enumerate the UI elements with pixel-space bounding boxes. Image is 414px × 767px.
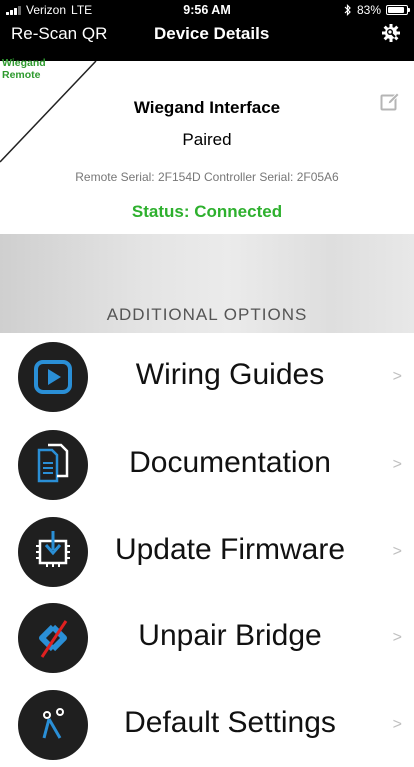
battery-icon (386, 5, 410, 15)
battery-percent: 83% (356, 3, 381, 17)
option-wiring-guides[interactable]: Wiring Guides > (0, 333, 414, 419)
chevron-right-icon: > (392, 716, 402, 733)
nav-bar: Re-Scan QR Device Details (0, 20, 414, 61)
unpair-link-icon (18, 603, 88, 673)
chevron-right-icon: > (392, 629, 402, 646)
pair-state: Paired (182, 130, 232, 149)
option-label: Default Settings (124, 706, 336, 739)
device-type-label: Wiegand Remote (2, 57, 46, 81)
document-icon (18, 430, 88, 500)
option-documentation[interactable]: Documentation > (0, 421, 414, 507)
edit-icon[interactable] (380, 92, 400, 112)
option-unpair-bridge[interactable]: Unpair Bridge > (0, 594, 414, 680)
options-heading: ADDITIONAL OPTIONS (106, 305, 308, 324)
device-name: Wiegand Interface (133, 98, 281, 117)
option-label: Wiring Guides (135, 358, 325, 391)
status-bar: Verizon LTE 9:56 AM 83% (0, 0, 414, 20)
chevron-right-icon: > (392, 368, 402, 385)
bluetooth-icon (344, 4, 351, 16)
device-type-label-line1: Wiegand (2, 57, 46, 69)
option-label: Update Firmware (114, 533, 346, 566)
option-label: Unpair Bridge (138, 619, 322, 652)
gear-search-icon[interactable] (380, 22, 402, 44)
device-type-label-line2: Remote (2, 69, 41, 81)
top-bar: Verizon LTE 9:56 AM 83% Re-Scan QR Devic… (0, 0, 414, 61)
settings-toggle-icon (18, 690, 88, 760)
option-label: Documentation (129, 446, 331, 479)
serial-numbers: Remote Serial: 2F154D Controller Serial:… (75, 170, 339, 184)
page-title: Device Details (154, 24, 270, 43)
firmware-chip-icon (18, 517, 88, 587)
rescan-qr-button[interactable]: Re-Scan QR (11, 24, 107, 44)
option-update-firmware[interactable]: Update Firmware > (0, 508, 414, 594)
device-header: Wiegand Remote Wiegand Interface Paired … (0, 57, 414, 234)
options-list: Wiring Guides > Documentation > Update F… (0, 333, 414, 760)
chevron-right-icon: > (392, 456, 402, 473)
options-header-band: ADDITIONAL OPTIONS (0, 234, 414, 333)
play-icon (18, 342, 88, 412)
option-default-settings[interactable]: Default Settings > (0, 681, 414, 767)
connection-status: Status: Connected (131, 202, 283, 221)
chevron-right-icon: > (392, 543, 402, 560)
status-right: 83% (344, 3, 410, 17)
